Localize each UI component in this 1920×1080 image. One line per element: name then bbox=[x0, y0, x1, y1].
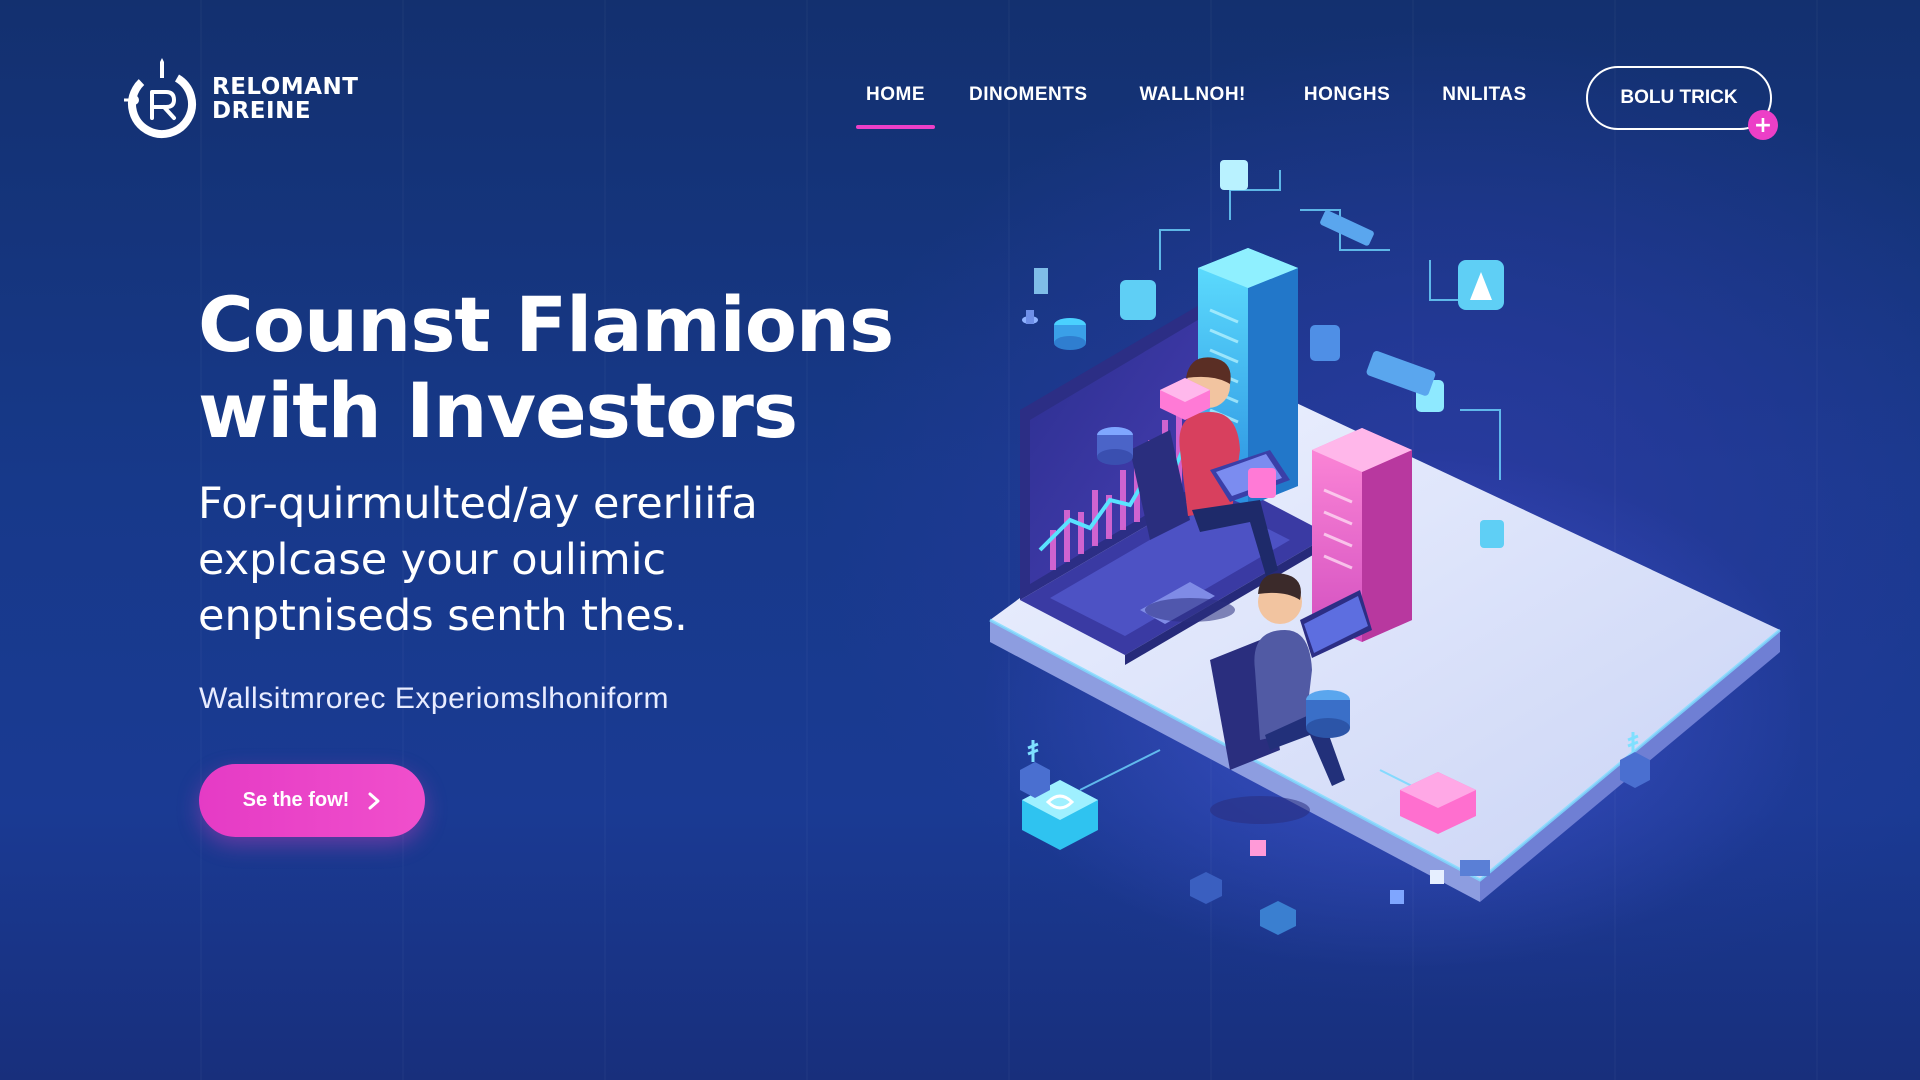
header-cta-button[interactable]: BOLU TRICK bbox=[1586, 66, 1772, 130]
nav-item-home[interactable]: HOME bbox=[856, 84, 935, 129]
hero-cta-label: Se the fow! bbox=[242, 789, 350, 811]
hero-subheading-line1: For-quirmulted/ay ererliifa bbox=[198, 479, 758, 529]
hero-headline-line2: with Investors bbox=[198, 366, 798, 455]
brand-name: RELOMANT DREINE bbox=[212, 75, 358, 123]
isometric-workspace-illustration bbox=[980, 160, 1800, 970]
brand-name-line2: DREINE bbox=[212, 98, 312, 124]
brand-logo[interactable]: RELOMANT DREINE bbox=[122, 56, 358, 142]
hero-subheading-line2: explcase your oulimic bbox=[198, 535, 667, 585]
nav-item-nnlitas[interactable]: NNLITAS bbox=[1442, 84, 1526, 106]
nav-item-dinoments[interactable]: DINOMENTS bbox=[969, 84, 1088, 106]
brand-name-line1: RELOMANT bbox=[212, 74, 359, 100]
hero-cta-button[interactable]: Se the fow! bbox=[199, 764, 425, 837]
hero-tagline: Wallsitmrorec Experiomslhoniform bbox=[199, 682, 669, 715]
nav-item-wallnoh[interactable]: WALLNOH! bbox=[1140, 84, 1246, 106]
main-nav: HOME DINOMENTS WALLNOH! HONGHS NNLITAS bbox=[856, 84, 1527, 129]
brand-logo-icon bbox=[124, 58, 196, 138]
hero-subheading: For-quirmulted/ay ererliifa explcase you… bbox=[198, 476, 758, 644]
hero-subheading-line3: enptniseds senth thes. bbox=[198, 591, 688, 641]
nav-item-honghs[interactable]: HONGHS bbox=[1304, 84, 1390, 106]
hero-headline-line1: Counst Flamions bbox=[198, 280, 894, 369]
hero-headline: Counst Flamions with Investors bbox=[198, 280, 894, 455]
plus-icon: + bbox=[1748, 110, 1778, 140]
chevron-right-icon bbox=[368, 792, 380, 809]
